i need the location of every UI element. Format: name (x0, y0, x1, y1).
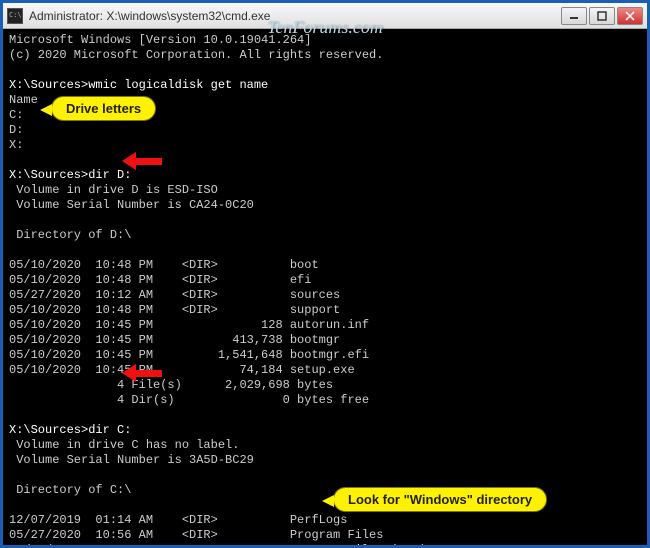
cmd-wmic: wmic logicaldisk get name (88, 78, 268, 92)
close-icon (625, 11, 635, 21)
line: 4 File(s) 2,029,698 bytes (9, 378, 333, 392)
titlebar[interactable]: Administrator: X:\windows\system32\cmd.e… (3, 3, 647, 29)
minimize-icon (569, 11, 579, 21)
close-button[interactable] (617, 7, 643, 25)
minimize-button[interactable] (561, 7, 587, 25)
line: D: (9, 123, 23, 137)
table-row: 05/10/2020 10:45 PM 413,738 bootmgr (9, 333, 340, 347)
table-row: 05/10/2020 10:45 PM 74,184 setup.exe (9, 363, 355, 377)
window-frame: Administrator: X:\windows\system32\cmd.e… (0, 0, 650, 548)
callout-drive-letters: Drive letters (51, 96, 156, 121)
line: Name (9, 93, 38, 107)
line: 4 Dir(s) 0 bytes free (9, 393, 369, 407)
prompt: X:\Sources> (9, 168, 88, 182)
maximize-button[interactable] (589, 7, 615, 25)
cmd-dir-c: dir C: (88, 423, 131, 437)
cmd-dir-d: dir D: (88, 168, 131, 182)
window-buttons (561, 7, 643, 25)
table-row: 05/10/2020 10:45 PM 1,541,648 bootmgr.ef… (9, 348, 369, 362)
table-row: 05/10/2020 10:48 PM <DIR> efi (9, 273, 311, 287)
arrow-head-icon (122, 364, 136, 382)
line: Volume in drive C has no label. (9, 438, 239, 452)
line: Directory of C:\ (9, 483, 131, 497)
prompt: X:\Sources> (9, 423, 88, 437)
arrow-head-icon (122, 152, 136, 170)
line: Volume in drive D is ESD-ISO (9, 183, 218, 197)
line: Directory of D:\ (9, 228, 131, 242)
line: Volume Serial Number is CA24-0C20 (9, 198, 254, 212)
table-row: 05/27/2020 10:12 AM <DIR> sources (9, 288, 340, 302)
line: (c) 2020 Microsoft Corporation. All righ… (9, 48, 383, 62)
prompt: X:\Sources> (9, 78, 88, 92)
table-row: 05/10/2020 10:48 PM <DIR> boot (9, 258, 319, 272)
line: C: (9, 108, 23, 122)
table-row: 06/08/2020 10:42 AM <DIR> Program Files … (9, 543, 427, 545)
line: Microsoft Windows [Version 10.0.19041.26… (9, 33, 311, 47)
line: Volume Serial Number is 3A5D-BC29 (9, 453, 254, 467)
line: X: (9, 138, 23, 152)
window-title: Administrator: X:\windows\system32\cmd.e… (29, 9, 561, 23)
arrow-dir-c (136, 370, 162, 377)
table-row: 05/10/2020 10:48 PM <DIR> support (9, 303, 340, 317)
table-row: 12/07/2019 01:14 AM <DIR> PerfLogs (9, 513, 347, 527)
table-row: 05/10/2020 10:45 PM 128 autorun.inf (9, 318, 369, 332)
arrow-dir-d (136, 158, 162, 165)
cmd-icon (7, 8, 23, 24)
maximize-icon (597, 11, 607, 21)
callout-windows-dir: Look for "Windows" directory (333, 487, 547, 512)
table-row: 05/27/2020 10:56 AM <DIR> Program Files (9, 528, 383, 542)
